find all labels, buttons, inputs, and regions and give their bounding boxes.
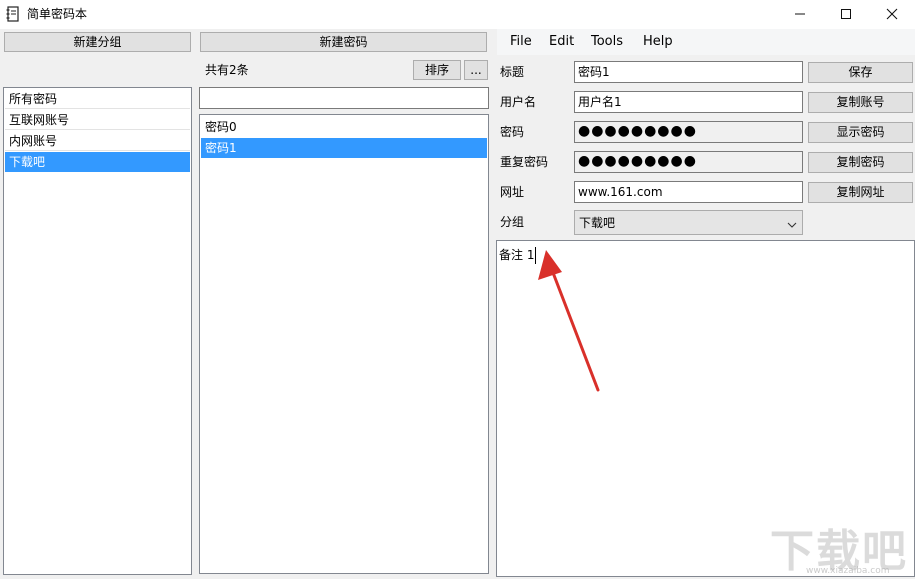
password-list[interactable]: 密码0 密码1 xyxy=(199,114,489,574)
show-password-button[interactable]: 显示密码 xyxy=(808,122,913,143)
password-item-1[interactable]: 密码1 xyxy=(201,138,487,158)
url-label: 网址 xyxy=(500,185,525,199)
save-button[interactable]: 保存 xyxy=(808,62,913,83)
menu-tools[interactable]: Tools xyxy=(585,29,629,55)
group-item-xiazaiba[interactable]: 下载吧 xyxy=(5,152,190,172)
password-label: 密码 xyxy=(500,125,525,139)
username-field[interactable]: 用户名1 xyxy=(574,91,803,113)
minimize-icon xyxy=(795,13,805,15)
group-item-internet[interactable]: 互联网账号 xyxy=(5,110,190,130)
title-field[interactable]: 密码1 xyxy=(574,61,803,83)
new-group-button[interactable]: 新建分组 xyxy=(4,32,191,52)
menu-help[interactable]: Help xyxy=(637,29,679,55)
maximize-button[interactable] xyxy=(823,0,869,29)
sort-button[interactable]: 排序 xyxy=(413,60,461,80)
menu-file[interactable]: File xyxy=(504,29,538,55)
title-bar: 简单密码本 xyxy=(0,0,915,29)
window-title: 简单密码本 xyxy=(27,7,88,21)
more-button[interactable]: ... xyxy=(464,60,488,80)
menu-bar: File Edit Tools Help xyxy=(497,29,915,55)
annotation-arrow-icon xyxy=(538,250,600,392)
group-list[interactable]: 所有密码 互联网账号 内网账号 下载吧 xyxy=(3,87,192,575)
minimize-button[interactable] xyxy=(777,0,823,29)
close-button[interactable] xyxy=(869,0,915,29)
group-item-all[interactable]: 所有密码 xyxy=(5,89,190,109)
close-icon xyxy=(886,8,898,20)
menu-edit[interactable]: Edit xyxy=(543,29,580,55)
group-dropdown-value: 下载吧 xyxy=(579,216,616,230)
entry-count: 共有2条 xyxy=(205,63,249,77)
group-dropdown[interactable]: 下载吧 xyxy=(574,210,803,235)
username-label: 用户名 xyxy=(500,95,537,109)
group-label: 分组 xyxy=(500,215,525,229)
url-field[interactable]: www.161.com xyxy=(574,181,803,203)
repeat-password-field[interactable]: ●●●●●●●●● xyxy=(574,151,803,173)
maximize-icon xyxy=(841,9,851,19)
repeat-password-label: 重复密码 xyxy=(500,155,549,169)
title-label: 标题 xyxy=(500,65,525,79)
password-field[interactable]: ●●●●●●●●● xyxy=(574,121,803,143)
password-item-0[interactable]: 密码0 xyxy=(201,117,487,137)
notebook-icon xyxy=(6,6,20,22)
chevron-down-icon xyxy=(787,218,797,228)
copy-account-button[interactable]: 复制账号 xyxy=(808,92,913,113)
search-input[interactable] xyxy=(199,87,489,109)
group-item-intranet[interactable]: 内网账号 xyxy=(5,131,190,151)
copy-password-button[interactable]: 复制密码 xyxy=(808,152,913,173)
copy-url-button[interactable]: 复制网址 xyxy=(808,182,913,203)
new-password-button[interactable]: 新建密码 xyxy=(200,32,487,52)
watermark-url: www.xiazaiba.com xyxy=(806,566,890,576)
